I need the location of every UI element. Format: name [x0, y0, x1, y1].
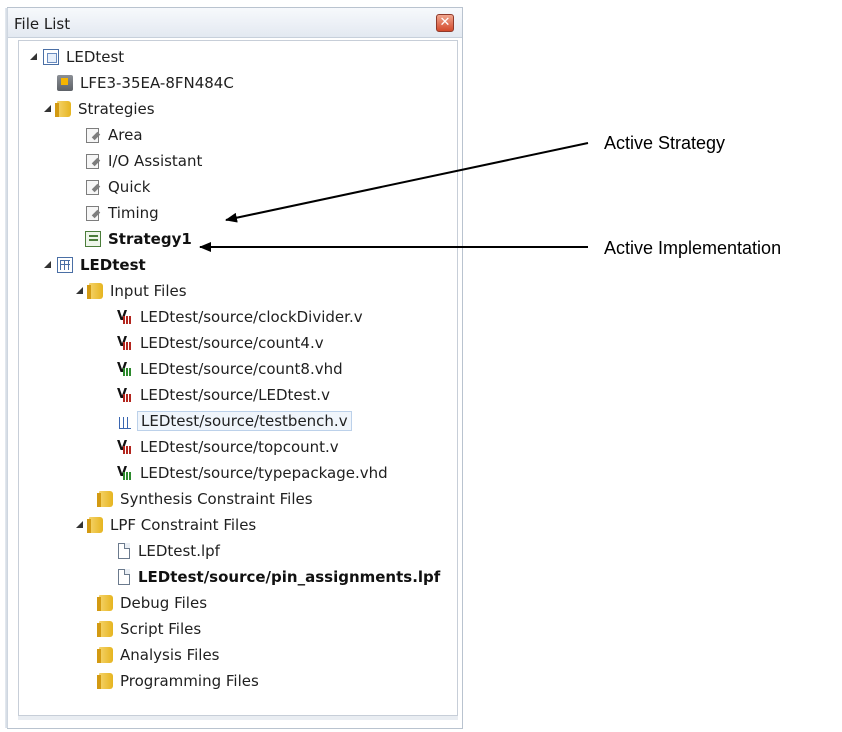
annotation-active-strategy: Active Strategy: [604, 133, 726, 153]
active-strategy-arrow: [225, 142, 589, 223]
annotation-active-implementation: Active Implementation: [604, 238, 782, 258]
annotation-arrows: [199, 142, 589, 252]
